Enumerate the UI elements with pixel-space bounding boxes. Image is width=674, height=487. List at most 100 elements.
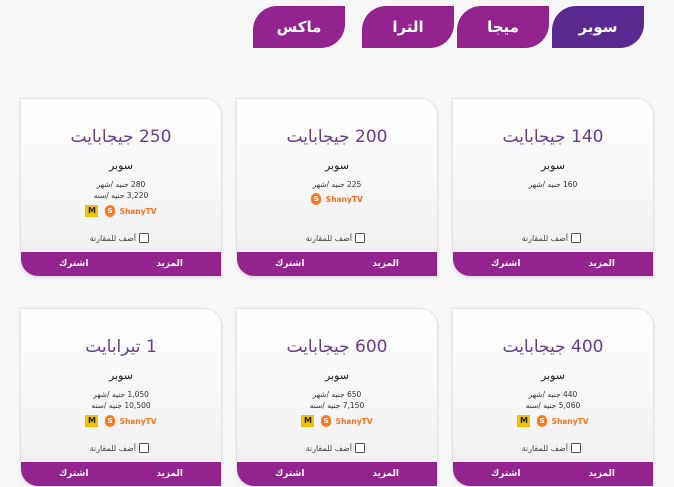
card-prices: 440 جنيه /شهر 5,060 جنيه /سنه bbox=[453, 389, 653, 411]
subscribe-button[interactable]: اشترك bbox=[491, 252, 520, 276]
price-month: 160 جنيه /شهر bbox=[528, 180, 578, 189]
package-card: 140 جيجابايت سوبر 160 جنيه /شهر أضف للمق… bbox=[452, 98, 654, 277]
compare-label: أضف للمقارنة bbox=[305, 233, 352, 243]
compare-label: أضف للمقارنة bbox=[521, 233, 568, 243]
price-year: 10,500 جنيه /سنه bbox=[91, 401, 151, 410]
price-month: 650 جنيه /شهر bbox=[312, 390, 362, 399]
subscribe-button[interactable]: اشترك bbox=[59, 462, 88, 486]
card-plan: سوبر bbox=[324, 159, 350, 172]
compare-option[interactable]: أضف للمقارنة bbox=[522, 443, 581, 453]
compare-label: أضف للمقارنة bbox=[305, 443, 352, 453]
package-card: 200 جيجابايت سوبر 225 جنيه /شهر S ЅhanyT… bbox=[236, 98, 438, 277]
tab-label: الترا bbox=[392, 18, 424, 36]
card-action-bar: اشترك المزيد bbox=[237, 462, 437, 486]
streaming-brand: ЅhanyTV bbox=[325, 194, 363, 204]
shahid-logo-icon: S bbox=[105, 205, 116, 217]
compare-checkbox[interactable] bbox=[355, 443, 365, 453]
card-title: 250 جيجابايت bbox=[70, 127, 172, 147]
card-plan: سوبر bbox=[108, 369, 134, 382]
m-logo-icon: M bbox=[301, 415, 315, 427]
card-action-bar: اشترك المزيد bbox=[21, 462, 221, 486]
card-prices: 160 جنيه /شهر bbox=[453, 179, 653, 190]
compare-option[interactable]: أضف للمقارنة bbox=[90, 233, 149, 243]
card-prices: 225 جنيه /شهر bbox=[237, 179, 437, 190]
card-body bbox=[21, 309, 221, 462]
m-logo-icon: M bbox=[517, 415, 531, 427]
streaming-brand: ЅhanyTV bbox=[119, 206, 157, 216]
streaming-brand: ЅhanyTV bbox=[335, 416, 373, 426]
card-action-bar: اشترك المزيد bbox=[21, 252, 221, 276]
price-month: 280 جنيه /شهر bbox=[96, 180, 146, 189]
card-plan: سوبر bbox=[540, 159, 566, 172]
package-card: 600 جيجابايت سوبر 650 جنيه /شهر 7,150 جن… bbox=[236, 308, 438, 487]
m-logo-icon: M bbox=[85, 415, 99, 427]
card-title: 600 جيجابايت bbox=[286, 337, 388, 357]
shahid-logo-icon: S bbox=[537, 415, 548, 427]
more-button[interactable]: المزيد bbox=[372, 252, 399, 276]
tab-super[interactable]: سوبر bbox=[552, 6, 644, 48]
card-title: 200 جيجابايت bbox=[286, 127, 388, 147]
card-prices: 1,050 جنيه /شهر 10,500 جنيه /سنه bbox=[21, 389, 221, 411]
more-button[interactable]: المزيد bbox=[156, 462, 183, 486]
compare-checkbox[interactable] bbox=[355, 233, 365, 243]
streaming-brand: ЅhanyTV bbox=[119, 416, 157, 426]
shahid-logo-icon: S bbox=[105, 415, 116, 427]
subscribe-button[interactable]: اشترك bbox=[275, 462, 304, 486]
tab-ultra[interactable]: الترا bbox=[362, 6, 454, 48]
compare-checkbox[interactable] bbox=[571, 233, 581, 243]
card-addons: M S ЅhanyTV bbox=[21, 415, 221, 429]
subscribe-button[interactable]: اشترك bbox=[491, 462, 520, 486]
tab-max[interactable]: ماكس bbox=[253, 6, 345, 48]
price-month: 440 جنيه /شهر bbox=[528, 390, 578, 399]
package-card: 250 جيجابايت سوبر 280 جنيه /شهر 3,220 جن… bbox=[20, 98, 222, 277]
tab-label: سوبر bbox=[578, 18, 618, 36]
card-action-bar: اشترك المزيد bbox=[453, 252, 653, 276]
compare-label: أضف للمقارنة bbox=[521, 443, 568, 453]
card-plan: سوبر bbox=[324, 369, 350, 382]
more-button[interactable]: المزيد bbox=[588, 252, 615, 276]
compare-option[interactable]: أضف للمقارنة bbox=[90, 443, 149, 453]
card-addons: M S ЅhanyTV bbox=[21, 205, 221, 219]
card-body bbox=[21, 99, 221, 252]
card-body bbox=[237, 99, 437, 252]
compare-option[interactable]: أضف للمقارنة bbox=[522, 233, 581, 243]
price-year: 3,220 جنيه /سنه bbox=[93, 191, 149, 200]
tab-label: ميجا bbox=[487, 18, 519, 36]
compare-checkbox[interactable] bbox=[139, 233, 149, 243]
more-button[interactable]: المزيد bbox=[156, 252, 183, 276]
subscribe-button[interactable]: اشترك bbox=[59, 252, 88, 276]
price-year: 5,060 جنيه /سنه bbox=[525, 401, 581, 410]
subscribe-button[interactable]: اشترك bbox=[275, 252, 304, 276]
card-addons: M S ЅhanyTV bbox=[453, 415, 653, 429]
shahid-logo-icon: S bbox=[321, 415, 332, 427]
card-action-bar: اشترك المزيد bbox=[237, 252, 437, 276]
card-action-bar: اشترك المزيد bbox=[453, 462, 653, 486]
compare-option[interactable]: أضف للمقارنة bbox=[306, 443, 365, 453]
m-logo-icon: M bbox=[85, 205, 99, 217]
price-month: 225 جنيه /شهر bbox=[312, 180, 362, 189]
compare-checkbox[interactable] bbox=[571, 443, 581, 453]
more-button[interactable]: المزيد bbox=[588, 462, 615, 486]
card-addons: S ЅhanyTV bbox=[237, 193, 437, 207]
card-addons: M S ЅhanyTV bbox=[237, 415, 437, 429]
card-body bbox=[453, 309, 653, 462]
card-prices: 280 جنيه /شهر 3,220 جنيه /سنه bbox=[21, 179, 221, 201]
card-plan: سوبر bbox=[540, 369, 566, 382]
tab-mega[interactable]: ميجا bbox=[457, 6, 549, 48]
package-card: 400 جيجابايت سوبر 440 جنيه /شهر 5,060 جن… bbox=[452, 308, 654, 487]
card-title: 140 جيجابايت bbox=[502, 127, 604, 147]
compare-checkbox[interactable] bbox=[139, 443, 149, 453]
streaming-brand: ЅhanyTV bbox=[551, 416, 589, 426]
package-card: 1 تيرابايت سوبر 1,050 جنيه /شهر 10,500 ج… bbox=[20, 308, 222, 487]
compare-label: أضف للمقارنة bbox=[89, 443, 136, 453]
compare-option[interactable]: أضف للمقارنة bbox=[306, 233, 365, 243]
shahid-logo-icon: S bbox=[311, 193, 322, 205]
tab-label: ماكس bbox=[276, 18, 322, 36]
card-body bbox=[453, 99, 653, 252]
more-button[interactable]: المزيد bbox=[372, 462, 399, 486]
price-year: 7,150 جنيه /سنه bbox=[309, 401, 365, 410]
card-title: 1 تيرابايت bbox=[85, 337, 157, 357]
compare-label: أضف للمقارنة bbox=[89, 233, 136, 243]
package-tabs: سوبر ميجا الترا ماكس bbox=[0, 6, 674, 50]
card-prices: 650 جنيه /شهر 7,150 جنيه /سنه bbox=[237, 389, 437, 411]
